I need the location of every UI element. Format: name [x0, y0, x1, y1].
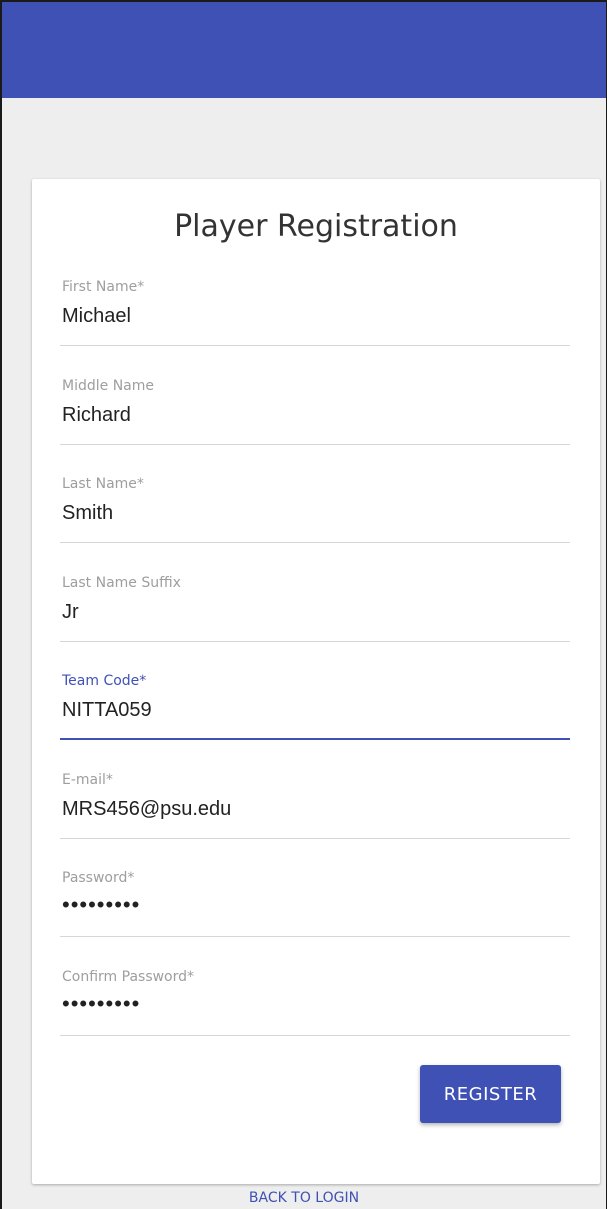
confirm-password-field: Confirm Password*: [60, 969, 570, 1039]
middle-name-field: Middle Name: [60, 378, 570, 448]
confirm-password-underline: [60, 1035, 570, 1036]
password-field: Password*: [60, 870, 570, 940]
register-button[interactable]: REGISTER: [420, 1065, 561, 1123]
first-name-underline: [60, 345, 570, 346]
last-name-field: Last Name*: [60, 476, 570, 546]
last-name-label: Last Name*: [62, 476, 144, 492]
last-name-suffix-label: Last Name Suffix: [62, 575, 181, 591]
team-code-field: Team Code*: [60, 673, 570, 743]
middle-name-underline: [60, 444, 570, 445]
last-name-suffix-field: Last Name Suffix: [60, 575, 570, 645]
last-name-suffix-input[interactable]: [62, 601, 562, 624]
last-name-input[interactable]: [62, 502, 562, 525]
email-field: E-mail*: [60, 772, 570, 842]
first-name-label: First Name*: [62, 279, 145, 295]
app-bar: [2, 2, 606, 98]
middle-name-input[interactable]: [62, 404, 562, 427]
team-code-underline: [60, 738, 570, 740]
last-name-suffix-underline: [60, 641, 570, 642]
password-underline: [60, 936, 570, 937]
last-name-underline: [60, 542, 570, 543]
back-to-login-link[interactable]: BACK TO LOGIN: [2, 1190, 606, 1206]
registration-card: Player Registration First Name* Middle N…: [32, 179, 600, 1184]
first-name-input[interactable]: [62, 305, 562, 328]
email-underline: [60, 838, 570, 839]
team-code-label: Team Code*: [62, 673, 147, 689]
team-code-input[interactable]: [62, 699, 562, 722]
email-label: E-mail*: [62, 772, 113, 788]
email-input[interactable]: [62, 798, 562, 821]
app-window: Player Registration First Name* Middle N…: [0, 0, 607, 1209]
middle-name-label: Middle Name: [62, 378, 154, 394]
confirm-password-label: Confirm Password*: [62, 969, 195, 985]
password-label: Password*: [62, 870, 135, 886]
confirm-password-input[interactable]: [62, 991, 562, 1017]
first-name-field: First Name*: [60, 279, 570, 349]
page-title: Player Registration: [174, 209, 458, 244]
password-input[interactable]: [62, 892, 562, 918]
